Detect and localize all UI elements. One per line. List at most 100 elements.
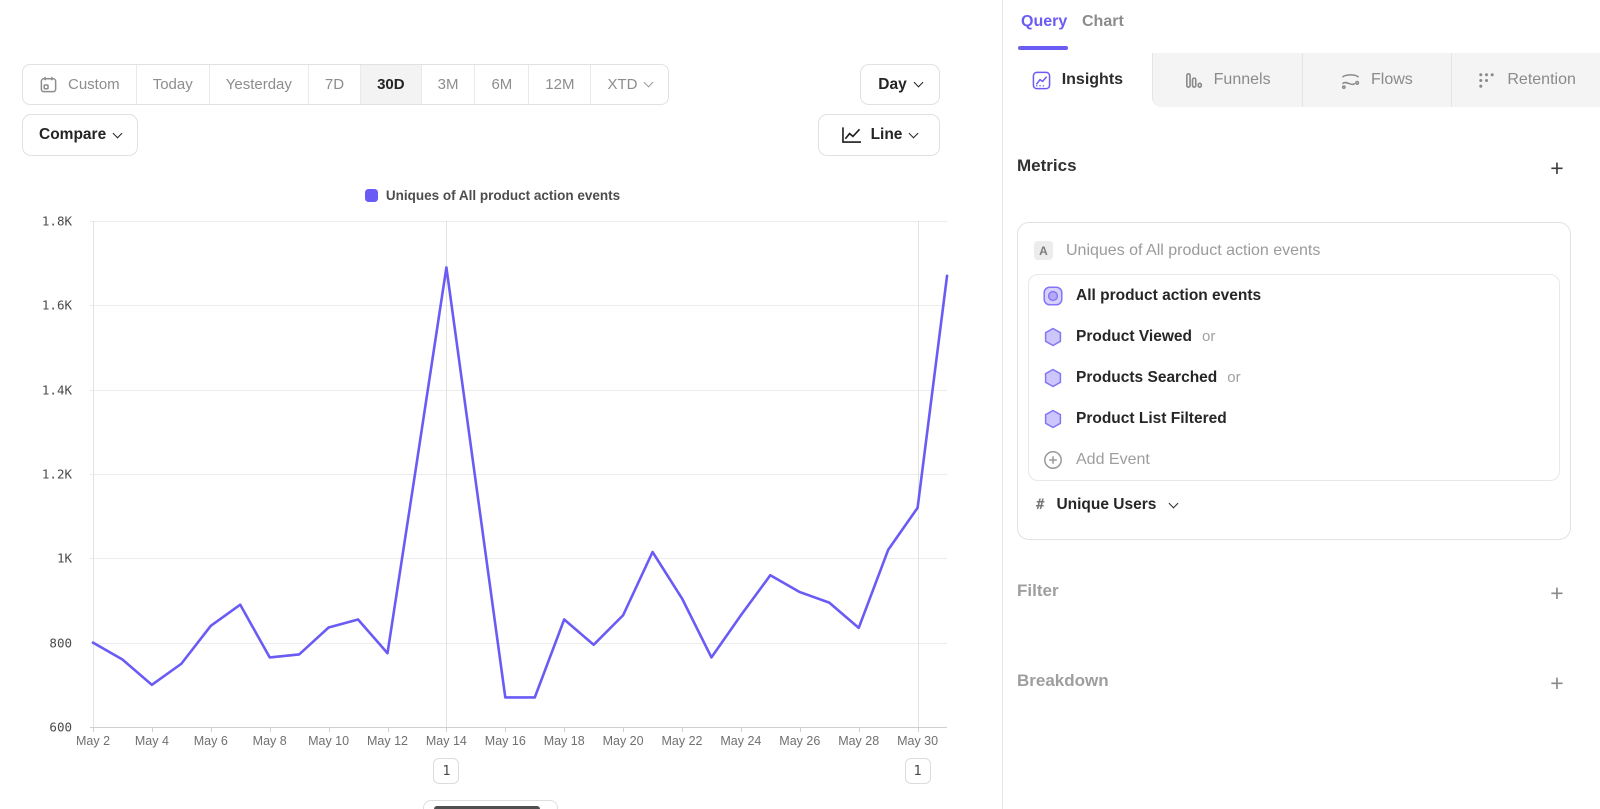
x-axis-tick-label: May 4 bbox=[135, 734, 169, 748]
range-6m-button[interactable]: 6M bbox=[474, 65, 528, 104]
x-axis-tick-label: May 6 bbox=[194, 734, 228, 748]
filter-section-title: Filter bbox=[1017, 581, 1059, 601]
chart-pane: Custom Today Yesterday 7D 30D 3M 6M 12M … bbox=[0, 0, 1002, 809]
range-label: 30D bbox=[377, 76, 405, 93]
event-operator: or bbox=[1202, 328, 1215, 345]
view-tab-label: Retention bbox=[1507, 71, 1576, 89]
query-panel: Query Chart Insights Fun bbox=[1002, 0, 1600, 809]
x-axis-tick-label: May 18 bbox=[544, 734, 585, 748]
interval-label: Day bbox=[878, 76, 906, 94]
tab-retention[interactable]: Retention bbox=[1451, 53, 1600, 107]
chevron-down-icon bbox=[909, 128, 919, 138]
event-hexagon-icon bbox=[1043, 368, 1063, 388]
compare-label: Compare bbox=[39, 126, 106, 144]
metric-formula-row[interactable]: A Uniques of All product action events bbox=[1018, 223, 1570, 274]
x-axis-tick-label: May 22 bbox=[662, 734, 703, 748]
event-hexagon-icon bbox=[1043, 327, 1063, 347]
range-custom-button[interactable]: Custom bbox=[23, 65, 136, 104]
event-label: All product action events bbox=[1076, 287, 1261, 305]
chevron-down-icon bbox=[1169, 498, 1179, 508]
x-axis-tick-label: May 26 bbox=[779, 734, 820, 748]
mixpanel-insights-report: Custom Today Yesterday 7D 30D 3M 6M 12M … bbox=[0, 0, 1600, 809]
event-list: All product action events Product Viewed… bbox=[1028, 274, 1560, 481]
range-today-button[interactable]: Today bbox=[136, 65, 209, 104]
measurement-dropdown[interactable]: # Unique Users bbox=[1018, 481, 1570, 529]
legend-label: Uniques of All product action events bbox=[386, 188, 620, 203]
event-label: Products Searched bbox=[1076, 369, 1217, 387]
y-axis-tick-label: 1.8K bbox=[26, 214, 72, 229]
metric-card: A Uniques of All product action events A… bbox=[1017, 222, 1571, 540]
view-tab-label: Insights bbox=[1062, 71, 1123, 89]
event-label: Product Viewed bbox=[1076, 328, 1192, 346]
view-tab-label: Flows bbox=[1371, 71, 1413, 89]
x-axis-tick-label: May 12 bbox=[367, 734, 408, 748]
x-axis-tick-label: May 30 bbox=[897, 734, 938, 748]
custom-event-icon bbox=[1043, 286, 1063, 306]
plus-circle-icon bbox=[1043, 450, 1063, 470]
chart-type-dropdown[interactable]: Line bbox=[818, 114, 940, 156]
tab-query[interactable]: Query bbox=[1021, 13, 1067, 31]
range-label: Today bbox=[153, 76, 193, 93]
range-3m-button[interactable]: 3M bbox=[421, 65, 475, 104]
range-label: Custom bbox=[68, 76, 120, 93]
range-yesterday-button[interactable]: Yesterday bbox=[209, 65, 308, 104]
range-label: 7D bbox=[325, 76, 344, 93]
scrubber-partial[interactable] bbox=[423, 800, 558, 809]
event-hexagon-icon bbox=[1043, 409, 1063, 429]
range-12m-button[interactable]: 12M bbox=[528, 65, 590, 104]
measurement-label: Unique Users bbox=[1056, 496, 1156, 514]
event-row-product-list-filtered[interactable]: Product List Filtered bbox=[1029, 398, 1559, 439]
event-row-all-product-action-events[interactable]: All product action events bbox=[1029, 275, 1559, 316]
active-tab-underline bbox=[1018, 46, 1068, 50]
chart-legend: Uniques of All product action events bbox=[0, 188, 985, 203]
range-label: XTD bbox=[607, 76, 637, 93]
x-axis-tick-label: May 28 bbox=[838, 734, 879, 748]
tab-flows[interactable]: Flows bbox=[1302, 53, 1452, 107]
chevron-down-icon bbox=[113, 128, 123, 138]
range-xtd-dropdown[interactable]: XTD bbox=[590, 65, 668, 104]
metric-formula-text: Uniques of All product action events bbox=[1066, 242, 1320, 260]
insights-chart-icon bbox=[1032, 71, 1051, 90]
annotation-badge[interactable]: 1 bbox=[905, 758, 931, 784]
event-label: Product List Filtered bbox=[1076, 410, 1227, 428]
x-axis-tick-label: May 10 bbox=[308, 734, 349, 748]
event-row-product-viewed[interactable]: Product Viewed or bbox=[1029, 316, 1559, 357]
y-axis-tick-label: 1.6K bbox=[26, 298, 72, 313]
line-chart-icon bbox=[841, 126, 862, 144]
view-tab-label: Funnels bbox=[1214, 71, 1271, 89]
y-axis-tick-label: 1K bbox=[26, 551, 72, 566]
annotation-badge[interactable]: 1 bbox=[433, 758, 459, 784]
legend-swatch bbox=[365, 189, 378, 202]
y-axis-tick-label: 1.2K bbox=[26, 467, 72, 482]
report-type-tabs: Insights Funnels Flows bbox=[1003, 53, 1600, 107]
range-7d-button[interactable]: 7D bbox=[308, 65, 360, 104]
interval-dropdown[interactable]: Day bbox=[860, 64, 940, 105]
chevron-down-icon bbox=[913, 78, 923, 88]
tab-chart[interactable]: Chart bbox=[1082, 13, 1124, 31]
add-metric-button[interactable]: + bbox=[1544, 155, 1570, 181]
x-axis-tick-label: May 16 bbox=[485, 734, 526, 748]
range-label: 12M bbox=[545, 76, 574, 93]
x-axis-tick-label: May 24 bbox=[720, 734, 761, 748]
chevron-down-icon bbox=[644, 78, 654, 88]
x-axis-tick-label: May 14 bbox=[426, 734, 467, 748]
y-axis-tick-label: 600 bbox=[26, 720, 72, 735]
add-breakdown-button[interactable]: + bbox=[1544, 670, 1570, 696]
tab-funnels[interactable]: Funnels bbox=[1152, 53, 1302, 107]
calendar-icon bbox=[39, 75, 58, 94]
series-line bbox=[93, 267, 947, 697]
range-label: 6M bbox=[491, 76, 512, 93]
metrics-section-title: Metrics bbox=[1017, 156, 1077, 176]
add-filter-button[interactable]: + bbox=[1544, 580, 1570, 606]
metric-letter-badge: A bbox=[1034, 241, 1053, 260]
event-operator: or bbox=[1227, 369, 1240, 386]
range-label: Yesterday bbox=[226, 76, 292, 93]
date-range-segmented-control: Custom Today Yesterday 7D 30D 3M 6M 12M … bbox=[22, 64, 669, 105]
x-axis-tick-label: May 8 bbox=[253, 734, 287, 748]
compare-dropdown[interactable]: Compare bbox=[22, 114, 138, 156]
range-30d-button[interactable]: 30D bbox=[360, 65, 421, 104]
event-row-products-searched[interactable]: Products Searched or bbox=[1029, 357, 1559, 398]
tab-insights[interactable]: Insights bbox=[1003, 53, 1152, 107]
flows-waves-icon bbox=[1341, 71, 1360, 90]
add-event-button[interactable]: Add Event bbox=[1029, 439, 1559, 480]
